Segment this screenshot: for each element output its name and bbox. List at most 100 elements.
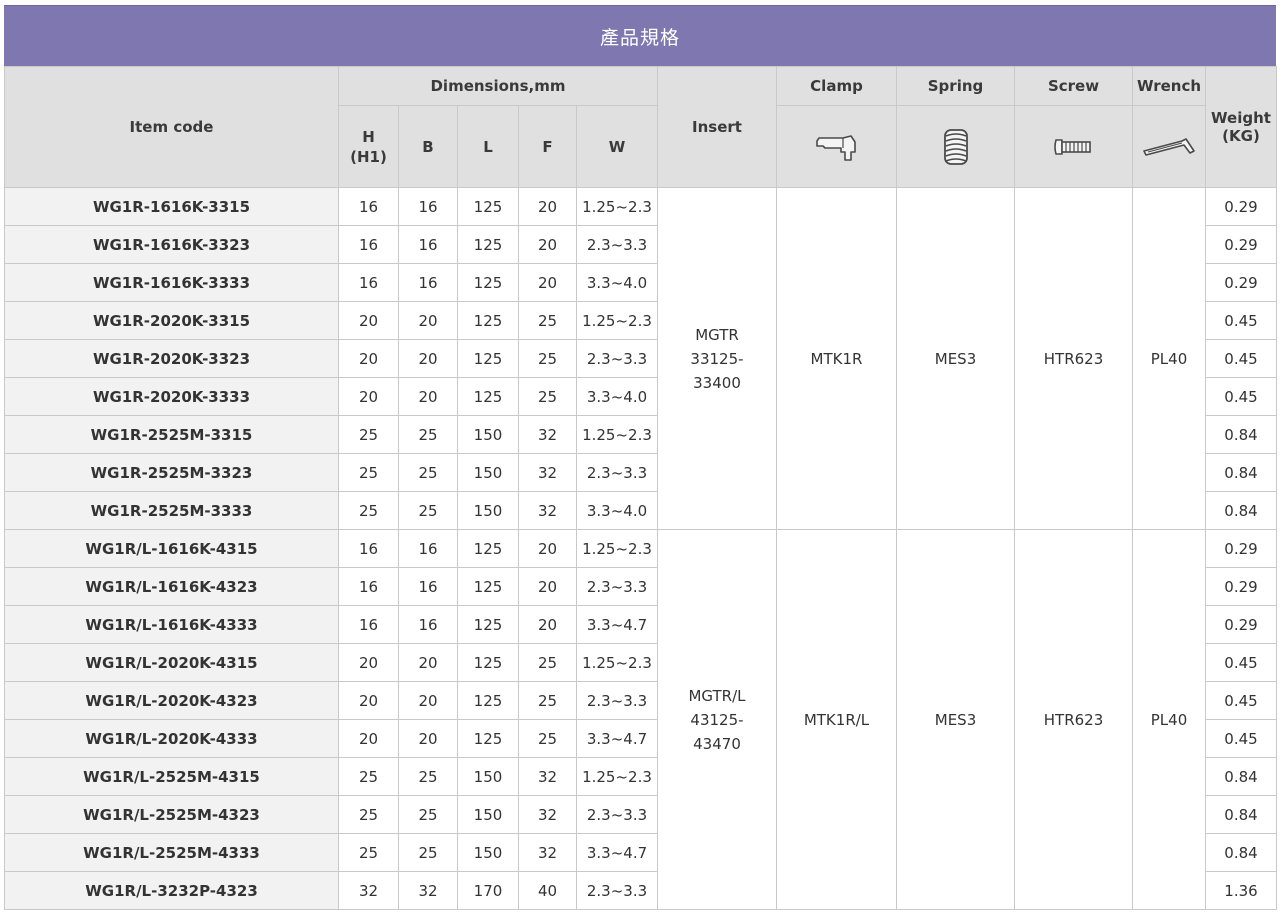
dim-w-cell: 1.25~2.3 [576, 301, 658, 340]
item-code-cell: WG1R/L-2525M-4333 [4, 833, 339, 872]
weight-cell: 0.45 [1205, 719, 1277, 758]
item-code-cell: WG1R-2020K-3323 [4, 339, 339, 378]
header-dim-w: W [576, 105, 658, 188]
weight-cell: 0.29 [1205, 263, 1277, 302]
dim-l-cell: 125 [457, 225, 519, 264]
dim-f-cell: 25 [518, 339, 577, 378]
item-code-cell: WG1R-1616K-3315 [4, 187, 339, 226]
dim-l-cell: 125 [457, 301, 519, 340]
weight-cell: 0.29 [1205, 605, 1277, 644]
dim-f-cell: 20 [518, 605, 577, 644]
dim-h-cell: 25 [338, 453, 399, 492]
wrench-cell: PL40 [1132, 529, 1206, 910]
item-code-cell: WG1R-2020K-3315 [4, 301, 339, 340]
clamp-icon [815, 134, 856, 161]
dim-b-cell: 25 [398, 491, 458, 530]
dim-f-cell: 32 [518, 795, 577, 834]
dim-f-cell: 25 [518, 377, 577, 416]
table-row: WG1R-1616K-3315 16 16 125 20 1.25~2.3 MGTR 3312… [4, 187, 1277, 530]
dim-h-cell: 16 [338, 567, 399, 606]
header-spring: Spring [896, 66, 1015, 106]
dim-l-cell: 125 [457, 567, 519, 606]
dim-b-cell: 25 [398, 415, 458, 454]
weight-cell: 1.36 [1205, 871, 1277, 910]
dim-w-cell: 2.3~3.3 [576, 453, 658, 492]
dim-b-cell: 20 [398, 339, 458, 378]
insert-cell: MGTR 33125- 33400 [657, 187, 777, 530]
weight-cell: 0.29 [1205, 529, 1277, 568]
item-code-cell: WG1R/L-1616K-4315 [4, 529, 339, 568]
dim-h-cell: 16 [338, 529, 399, 568]
dim-l-cell: 125 [457, 187, 519, 226]
item-code-cell: WG1R-1616K-3323 [4, 225, 339, 264]
dim-f-cell: 25 [518, 301, 577, 340]
wrench-icon-cell [1132, 105, 1206, 188]
dim-l-cell: 170 [457, 871, 519, 910]
dim-l-cell: 125 [457, 377, 519, 416]
insert-line: 33400 [693, 373, 741, 392]
header-weight-label: Weight [1211, 109, 1271, 127]
dim-l-cell: 125 [457, 263, 519, 302]
insert-line: MGTR [695, 325, 739, 344]
dim-f-cell: 20 [518, 263, 577, 302]
dim-h-cell: 20 [338, 681, 399, 720]
dim-h-cell: 25 [338, 757, 399, 796]
dim-l-cell: 125 [457, 529, 519, 568]
insert-line: 43470 [693, 734, 741, 753]
item-code-cell: WG1R/L-1616K-4323 [4, 567, 339, 606]
dim-h-cell: 25 [338, 491, 399, 530]
item-code-cell: WG1R-2525M-3315 [4, 415, 339, 454]
header-dimensions: Dimensions,mm [338, 66, 658, 106]
dim-b-cell: 20 [398, 643, 458, 682]
header-dim-f: F [518, 105, 577, 188]
insert-line: 43125- [690, 710, 744, 729]
dim-l-cell: 150 [457, 795, 519, 834]
dim-w-cell: 3.3~4.0 [576, 263, 658, 302]
insert-line: MGTR/L [688, 686, 746, 705]
dim-b-cell: 32 [398, 871, 458, 910]
dim-w-cell: 2.3~3.3 [576, 225, 658, 264]
item-code-cell: WG1R/L-1616K-4333 [4, 605, 339, 644]
spring-cell: MES3 [896, 187, 1015, 530]
dim-b-cell: 20 [398, 719, 458, 758]
header-dim-l: L [457, 105, 519, 188]
dim-w-cell: 3.3~4.7 [576, 605, 658, 644]
weight-cell: 0.45 [1205, 377, 1277, 416]
item-code-cell: WG1R-2020K-3333 [4, 377, 339, 416]
dim-b-cell: 16 [398, 605, 458, 644]
dim-l-cell: 150 [457, 415, 519, 454]
dim-w-cell: 1.25~2.3 [576, 643, 658, 682]
screw-cell: HTR623 [1014, 529, 1133, 910]
item-code-cell: WG1R/L-2525M-4315 [4, 757, 339, 796]
header-dim-h: H (H1) [338, 105, 399, 188]
spec-table: Item code Dimensions,mm Insert Clamp Spr… [4, 66, 1277, 910]
page-title: 產品規格 [4, 5, 1276, 66]
dim-f-cell: 32 [518, 453, 577, 492]
dim-h-cell: 32 [338, 871, 399, 910]
dim-h-cell: 20 [338, 643, 399, 682]
header-wrench: Wrench [1132, 66, 1206, 106]
weight-cell: 0.45 [1205, 339, 1277, 378]
dim-h-cell: 16 [338, 605, 399, 644]
header-clamp: Clamp [776, 66, 897, 106]
dim-b-cell: 16 [398, 567, 458, 606]
spring-cell: MES3 [896, 529, 1015, 910]
dim-b-cell: 20 [398, 681, 458, 720]
weight-cell: 0.45 [1205, 301, 1277, 340]
dim-f-cell: 20 [518, 187, 577, 226]
dim-l-cell: 125 [457, 681, 519, 720]
dim-f-cell: 40 [518, 871, 577, 910]
dim-b-cell: 25 [398, 795, 458, 834]
dim-f-cell: 25 [518, 643, 577, 682]
dim-w-cell: 1.25~2.3 [576, 415, 658, 454]
clamp-icon-cell [776, 105, 897, 188]
screw-cell: HTR623 [1014, 187, 1133, 530]
dim-l-cell: 125 [457, 605, 519, 644]
dim-h-cell: 20 [338, 339, 399, 378]
weight-cell: 0.29 [1205, 187, 1277, 226]
weight-cell: 0.29 [1205, 567, 1277, 606]
dim-w-cell: 3.3~4.0 [576, 491, 658, 530]
dim-b-cell: 16 [398, 225, 458, 264]
table-row: WG1R/L-1616K-4315 16 16 125 20 1.25~2.3 MGTR/L… [4, 529, 1277, 910]
header-weight: Weight (KG) [1205, 66, 1277, 188]
